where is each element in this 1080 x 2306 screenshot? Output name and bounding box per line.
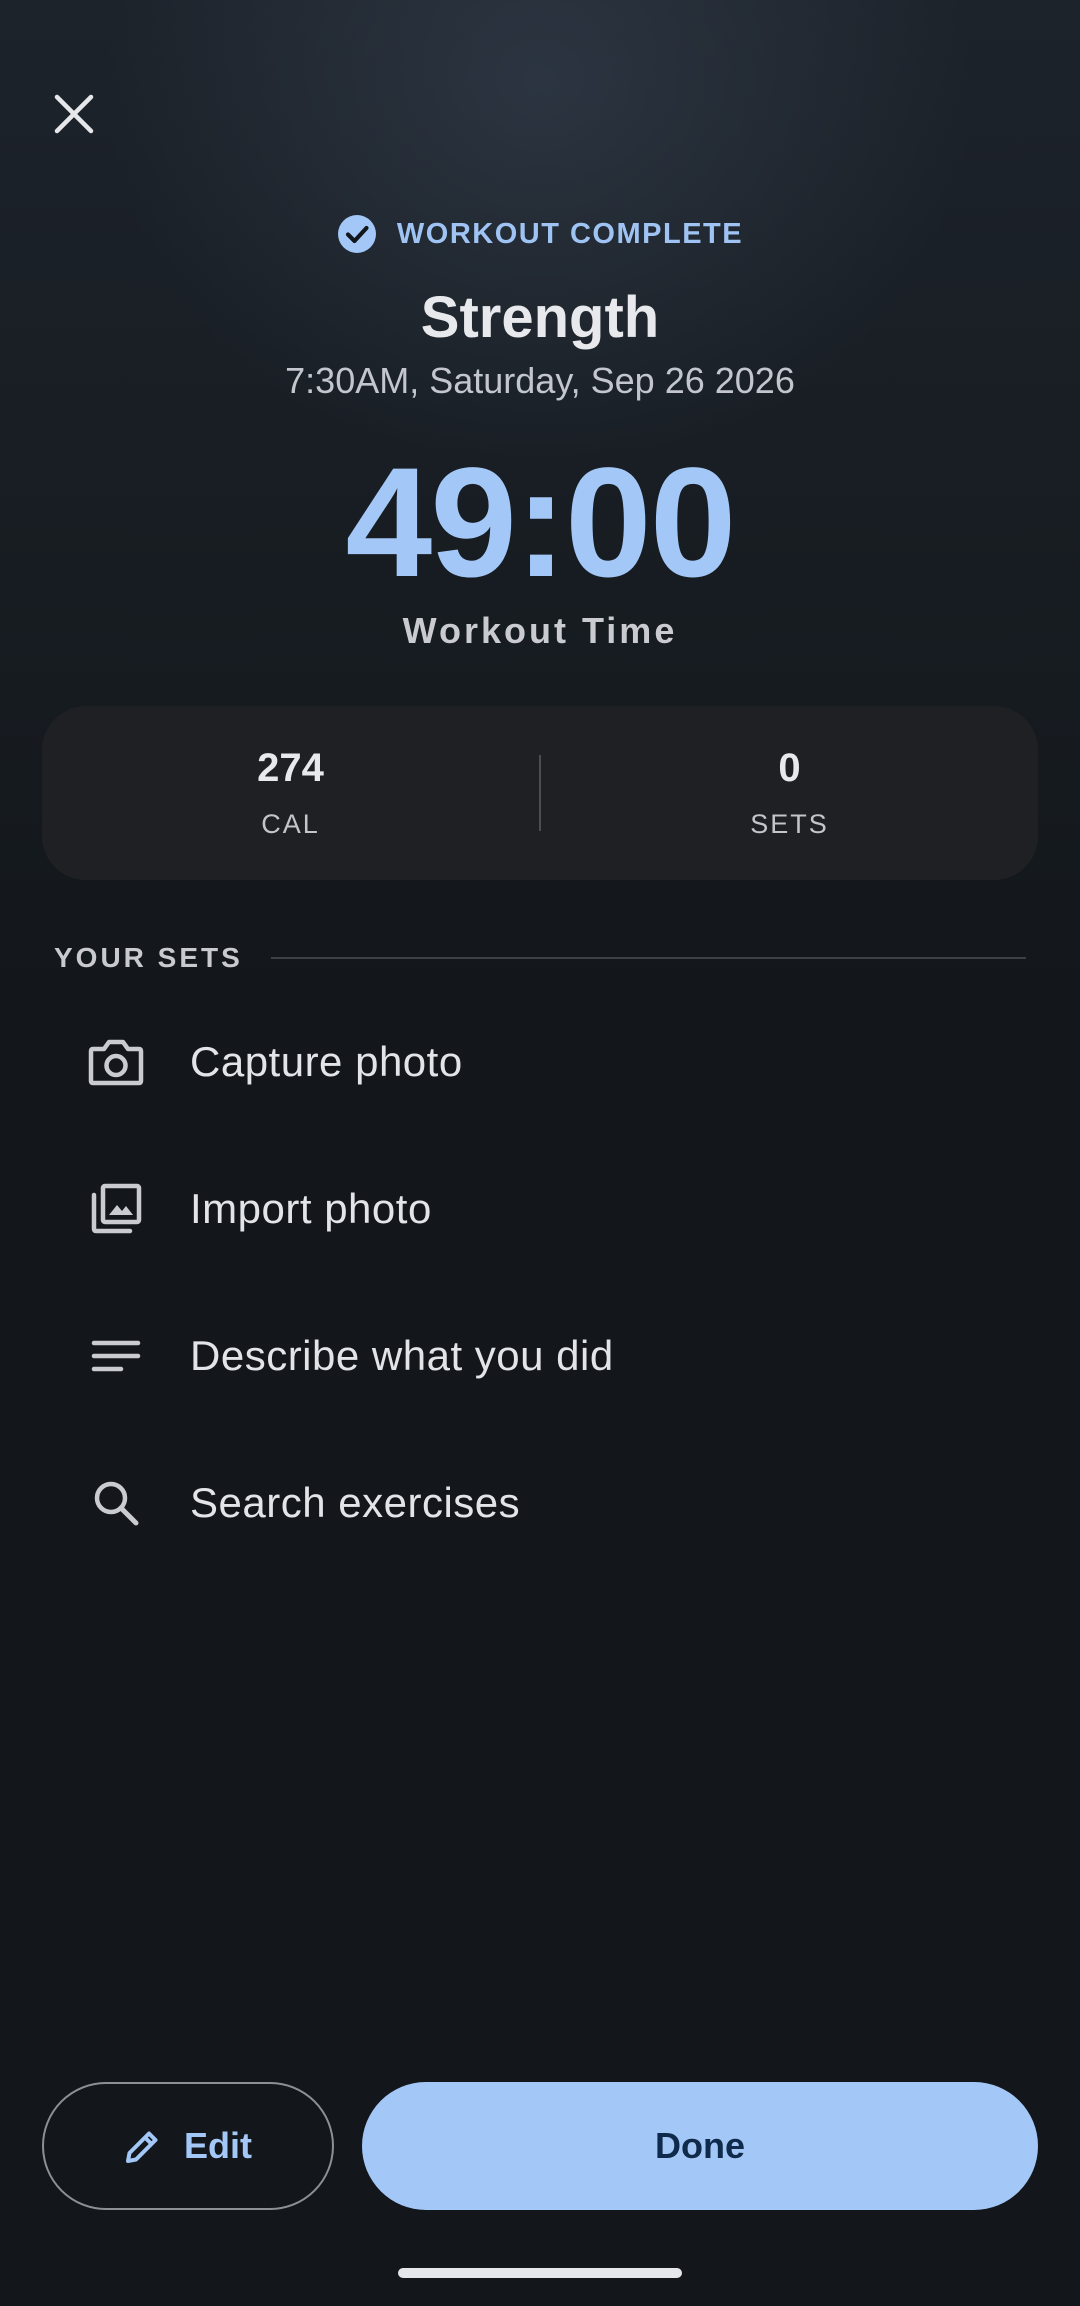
- stat-label: CAL: [261, 809, 320, 839]
- search-icon: [54, 1478, 178, 1528]
- option-label: Import photo: [190, 1185, 432, 1232]
- edit-label: Edit: [184, 2125, 252, 2166]
- edit-button[interactable]: Edit: [42, 2082, 334, 2210]
- describe-option[interactable]: Describe what you did: [54, 1306, 1026, 1406]
- photo-library-icon: [54, 1181, 178, 1237]
- stats-card: 274 CAL 0 SETS: [42, 706, 1038, 880]
- capture-photo-option[interactable]: Capture photo: [54, 1012, 1026, 1112]
- workout-timer-label: Workout Time: [402, 610, 678, 651]
- close-icon: [54, 94, 94, 134]
- done-button[interactable]: Done: [362, 2082, 1038, 2210]
- pencil-icon: [126, 2131, 158, 2163]
- notes-icon: [54, 1338, 178, 1374]
- stat-label: SETS: [750, 809, 829, 839]
- stat-value: 274: [257, 746, 324, 790]
- option-label: Search exercises: [190, 1479, 521, 1526]
- stat-sets: 0 SETS: [541, 706, 1038, 880]
- section-title: YOUR SETS: [54, 942, 243, 973]
- workout-title: Strength: [420, 285, 660, 350]
- workout-datetime: 7:30AM, Saturday, Sep 26 2026: [285, 360, 795, 401]
- option-label: Describe what you did: [190, 1332, 614, 1379]
- stat-value: 0: [778, 746, 801, 790]
- status-text: WORKOUT COMPLETE: [396, 217, 744, 250]
- check-circle-icon: [337, 215, 376, 253]
- close-button[interactable]: [44, 84, 104, 144]
- stat-calories: 274 CAL: [42, 706, 539, 880]
- workout-status: WORKOUT COMPLETE: [0, 212, 1080, 256]
- import-photo-option[interactable]: Import photo: [54, 1159, 1026, 1259]
- search-exercises-option[interactable]: Search exercises: [54, 1453, 1026, 1553]
- your-sets-header: YOUR SETS: [54, 940, 1026, 976]
- done-label: Done: [655, 2125, 745, 2166]
- workout-timer: 49:00: [345, 436, 737, 610]
- section-divider: [270, 957, 1026, 959]
- home-indicator[interactable]: [398, 2268, 682, 2278]
- camera-icon: [54, 1037, 178, 1087]
- option-label: Capture photo: [190, 1038, 463, 1085]
